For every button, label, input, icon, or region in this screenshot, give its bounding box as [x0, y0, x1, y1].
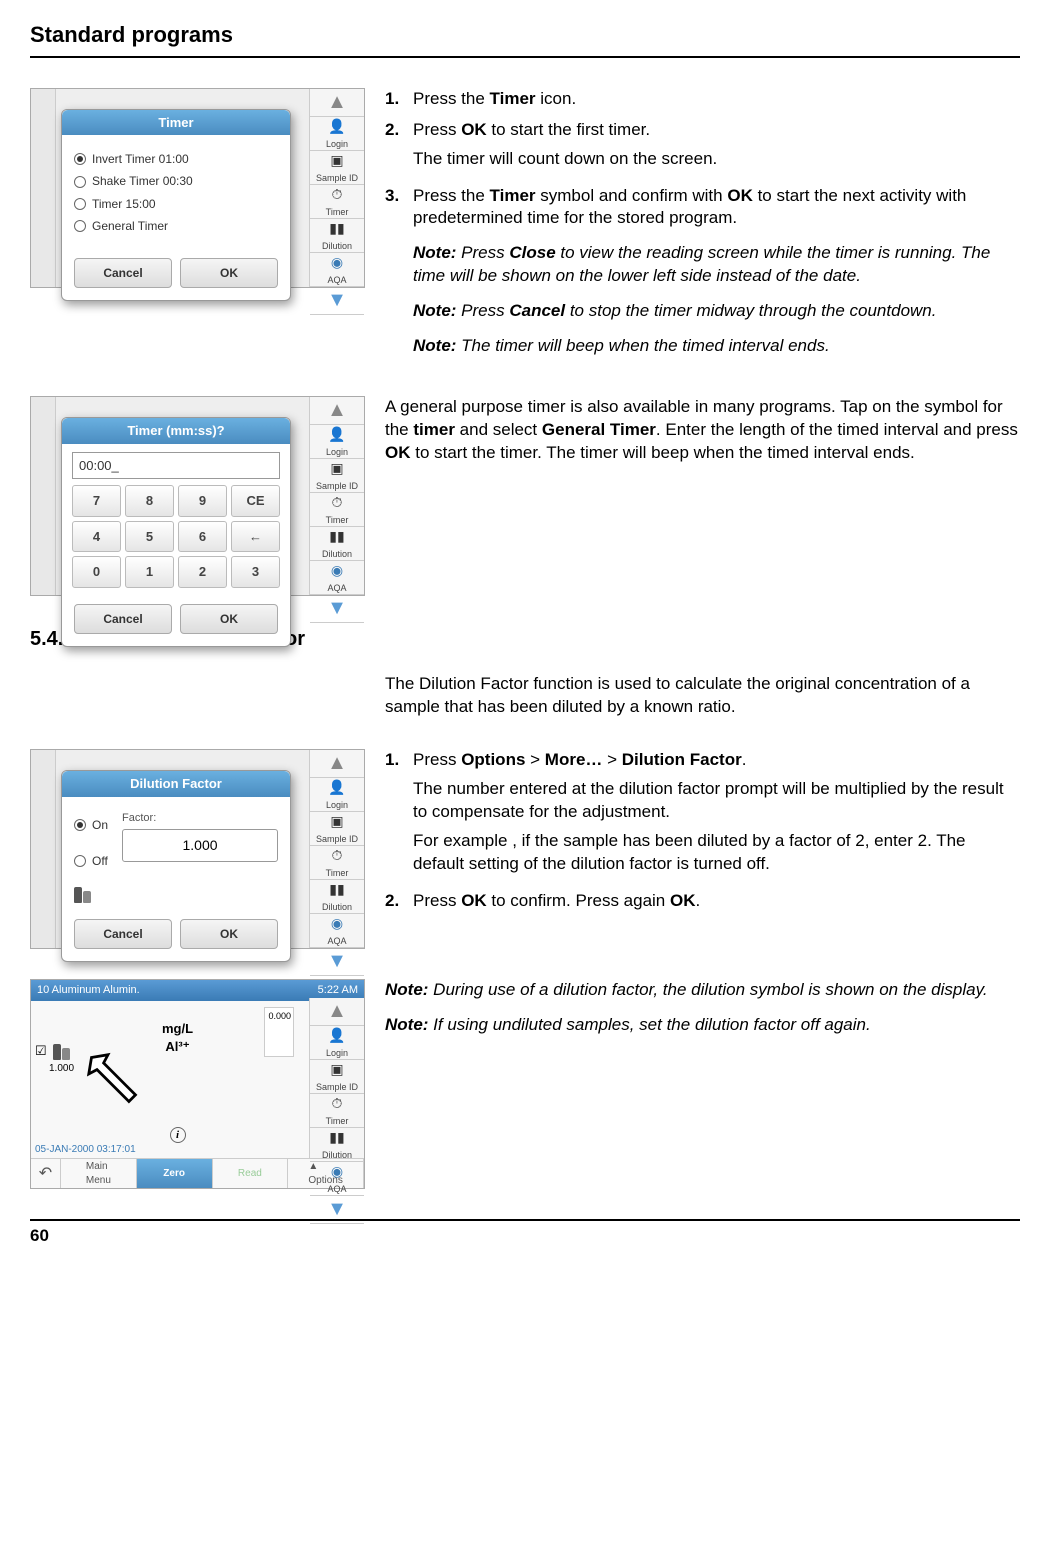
ok-button[interactable]: OK — [180, 919, 278, 949]
row-read-screen: 10 Aluminum Alumin.5:22 AM ▲ 👤Login ▣Sam… — [30, 979, 1020, 1189]
general-timer-text: A general purpose timer is also availabl… — [385, 396, 1020, 465]
key-6[interactable]: 6 — [178, 521, 227, 553]
key-4[interactable]: 4 — [72, 521, 121, 553]
key-8[interactable]: 8 — [125, 485, 174, 517]
dilution-instructions: 1.Press Options > More… > Dilution Facto… — [385, 749, 1020, 921]
sidebar-login: 👤Login — [310, 117, 364, 151]
sidebar-dilution: ▮▮Dilution — [310, 219, 364, 253]
cancel-button[interactable]: Cancel — [74, 258, 172, 288]
read-footer: ↶ Main Menu Zero Read ▲ Options — [31, 1158, 364, 1188]
sidebar-sampleid: ▣Sample ID — [310, 151, 364, 185]
info-icon[interactable]: i — [170, 1127, 186, 1143]
key-ce[interactable]: CE — [231, 485, 280, 517]
key-2[interactable]: 2 — [178, 556, 227, 588]
main-menu-button[interactable]: Main Menu — [61, 1159, 137, 1188]
page-number: 60 — [30, 1219, 1020, 1248]
radio-general-timer[interactable]: General Timer — [74, 218, 278, 234]
back-button[interactable]: ↶ — [31, 1159, 61, 1188]
row-timer-steps: ▲ 👤Login ▣Sample ID ⏱Timer ▮▮Dilution ◉A… — [30, 88, 1020, 366]
radio-timer-15[interactable]: Timer 15:00 — [74, 196, 278, 212]
factor-field[interactable]: 1.000 — [122, 829, 278, 862]
key-5[interactable]: 5 — [125, 521, 174, 553]
ok-button[interactable]: OK — [180, 604, 278, 634]
timer-instructions: 1.Press the Timer icon. 2.Press OK to st… — [385, 88, 1020, 366]
df-intro-text: The Dilution Factor function is used to … — [385, 673, 1020, 719]
cancel-button[interactable]: Cancel — [74, 604, 172, 634]
read-button[interactable]: Read — [213, 1159, 289, 1188]
row-df-intro: The Dilution Factor function is used to … — [30, 673, 1020, 719]
pointer-arrow-icon — [86, 1052, 141, 1107]
key-0[interactable]: 0 — [72, 556, 121, 588]
keypad-input[interactable]: 00:00_ — [72, 452, 280, 480]
screenshot-read-screen: 10 Aluminum Alumin.5:22 AM ▲ 👤Login ▣Sam… — [30, 979, 365, 1189]
keypad-title: Timer (mm:ss)? — [62, 418, 290, 444]
radio-off[interactable]: Off — [74, 853, 108, 869]
dilution-modal: Dilution Factor On Off Factor: 1.000 Can… — [61, 770, 291, 962]
sidebar-aqa: ◉AQA — [310, 253, 364, 287]
read-screen-notes: Note: During use of a dilution factor, t… — [385, 979, 1020, 1037]
arrow-up-icon: ▲ — [327, 89, 347, 116]
timer-modal: Timer Invert Timer 01:00 Shake Timer 00:… — [61, 109, 291, 301]
dilution-icon — [53, 1044, 70, 1060]
date-time: 05-JAN-2000 03:17:01 — [35, 1143, 136, 1157]
radio-invert-timer[interactable]: Invert Timer 01:00 — [74, 151, 278, 167]
key-1[interactable]: 1 — [125, 556, 174, 588]
key-back[interactable]: ← — [231, 521, 280, 553]
row-general-timer: ▲ 👤Login ▣Sample ID ⏱Timer ▮▮Dilution ◉A… — [30, 396, 1020, 596]
key-3[interactable]: 3 — [231, 556, 280, 588]
radio-on[interactable]: On — [74, 817, 108, 833]
row-dilution-factor: ▲ 👤Login ▣Sample ID ⏱Timer ▮▮Dilution ◉A… — [30, 749, 1020, 949]
key-9[interactable]: 9 — [178, 485, 227, 517]
range-box: 0.000 — [264, 1007, 294, 1057]
screenshot-dilution-factor: ▲ 👤Login ▣Sample ID ⏱Timer ▮▮Dilution ◉A… — [30, 749, 365, 949]
dilution-value: 1.000 — [49, 1062, 74, 1076]
screenshot-keypad: ▲ 👤Login ▣Sample ID ⏱Timer ▮▮Dilution ◉A… — [30, 396, 365, 596]
key-7[interactable]: 7 — [72, 485, 121, 517]
screenshot-timer-modal: ▲ 👤Login ▣Sample ID ⏱Timer ▮▮Dilution ◉A… — [30, 88, 365, 288]
keypad-modal: Timer (mm:ss)? 00:00_ 7 8 9 CE 4 5 6 ← 0… — [61, 417, 291, 647]
options-button[interactable]: ▲ Options — [288, 1159, 364, 1188]
zero-button[interactable]: Zero — [137, 1159, 213, 1188]
screenshot-sidebar: ▲ 👤Login ▣Sample ID ⏱Timer ▮▮Dilution ◉A… — [309, 89, 364, 287]
dilution-modal-title: Dilution Factor — [62, 771, 290, 797]
ok-button[interactable]: OK — [180, 258, 278, 288]
arrow-down-icon: ▼ — [327, 287, 347, 314]
timer-modal-title: Timer — [62, 110, 290, 136]
factor-label: Factor: — [122, 811, 278, 826]
cancel-button[interactable]: Cancel — [74, 919, 172, 949]
sidebar-timer: ⏱Timer — [310, 185, 364, 219]
radio-shake-timer[interactable]: Shake Timer 00:30 — [74, 173, 278, 189]
page-header: Standard programs — [30, 20, 1020, 58]
